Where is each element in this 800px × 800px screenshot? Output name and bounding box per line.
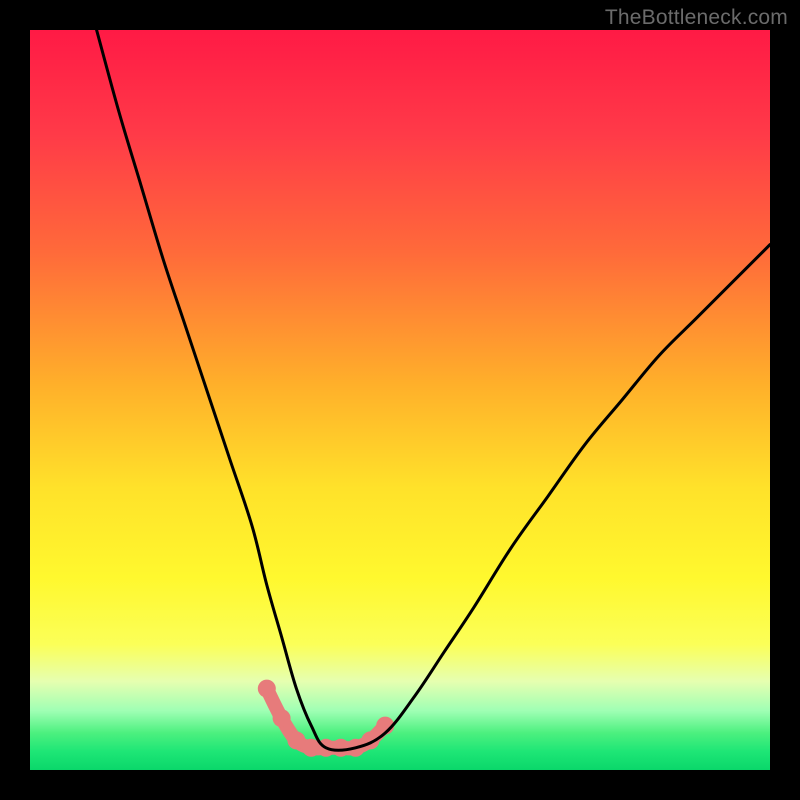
plot-area bbox=[30, 30, 770, 770]
watermark-text: TheBottleneck.com bbox=[605, 6, 788, 30]
chart-curve-layer bbox=[30, 30, 770, 770]
accent-marker bbox=[258, 680, 276, 698]
accent-marker bbox=[273, 709, 291, 727]
bottleneck-curve bbox=[97, 30, 770, 750]
chart-frame: TheBottleneck.com bbox=[0, 0, 800, 800]
accent-markers bbox=[258, 680, 394, 757]
